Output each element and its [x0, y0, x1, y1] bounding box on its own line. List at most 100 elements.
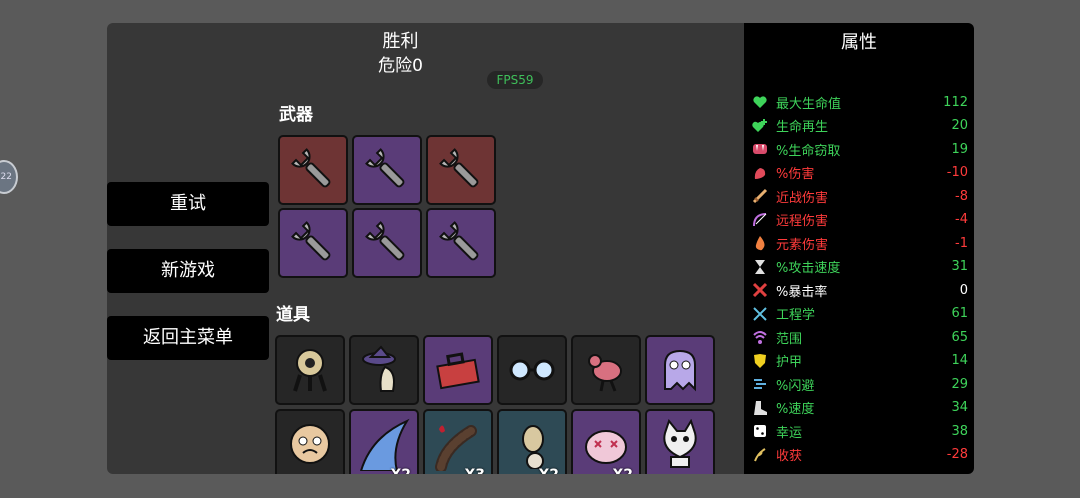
stat-row: 收获 -28	[752, 445, 968, 465]
glasses-icon	[505, 355, 559, 385]
item-slot[interactable]	[349, 335, 419, 405]
item-slot[interactable]: X2	[497, 409, 567, 474]
item-slot[interactable]: X3	[423, 409, 493, 474]
stat-label: 生命再生	[776, 120, 829, 135]
stat-row: 远程伤害 -4	[752, 210, 968, 230]
range-icon	[752, 329, 768, 345]
stat-row: 幸运 38	[752, 421, 968, 441]
stat-label: %生命窃取	[776, 143, 841, 159]
stat-row: %伤害 -10	[752, 163, 968, 183]
item-slot[interactable]	[645, 409, 715, 474]
stat-value: -10	[946, 165, 968, 180]
fin-icon	[357, 417, 411, 471]
stat-label: %闪避	[776, 378, 815, 394]
crit-icon	[752, 282, 768, 298]
stat-row: %攻击速度 31	[752, 257, 968, 277]
main-menu-button[interactable]: 返回主菜单	[107, 316, 269, 360]
stat-label: 幸运	[776, 425, 803, 441]
stat-value: 20	[951, 118, 968, 133]
item-slot[interactable]	[275, 409, 345, 474]
cat-icon	[655, 419, 705, 469]
weapons-heading: 武器	[279, 105, 313, 125]
weapon-slot[interactable]	[352, 208, 422, 278]
retry-button[interactable]: 重试	[107, 182, 269, 226]
stat-value: 0	[959, 282, 968, 298]
stat-label: 范围	[776, 331, 803, 347]
stat-row: 近战伤害 -8	[752, 186, 968, 206]
fangs-icon	[752, 141, 768, 157]
stat-value: 31	[951, 259, 968, 274]
stat-row: %暴击率 0	[752, 280, 968, 300]
wrench-icon	[362, 145, 412, 195]
weapon-slot[interactable]	[352, 135, 422, 205]
stat-label: 工程学	[776, 308, 816, 323]
item-slot[interactable]: X2	[349, 409, 419, 474]
weapon-slot[interactable]	[426, 135, 496, 205]
stat-row: %闪避 29	[752, 374, 968, 394]
weapon-slot[interactable]	[278, 208, 348, 278]
tools-icon	[752, 306, 768, 322]
end-run-panel: 胜利 危险0 FPS59 武器 道具 重试 新游戏 返回主菜单 X2 X3 X2 X2	[107, 23, 744, 474]
item-slot[interactable]: X2	[571, 409, 641, 474]
ghost-icon	[655, 345, 705, 395]
wrench-icon	[288, 145, 338, 195]
stat-value: -1	[955, 235, 968, 251]
stat-label: 护甲	[776, 355, 803, 370]
item-count: X2	[612, 467, 633, 474]
stat-row: 护甲 14	[752, 351, 968, 371]
stat-value: -8	[955, 188, 968, 204]
fps-counter: FPS59	[487, 71, 543, 89]
stat-label: %暴击率	[776, 284, 828, 300]
stat-label: 元素伤害	[776, 237, 829, 253]
heart-plus-icon	[752, 118, 768, 134]
stat-value: 34	[951, 400, 968, 415]
wrench-icon	[436, 145, 486, 195]
item-slot[interactable]	[571, 335, 641, 405]
bow-icon	[752, 212, 768, 228]
weapon-slot[interactable]	[426, 208, 496, 278]
stat-label: %伤害	[776, 167, 815, 182]
item-count: X2	[390, 467, 411, 474]
wrench-icon	[436, 218, 486, 268]
stat-row: 最大生命值 112	[752, 92, 968, 112]
new-game-button[interactable]: 新游戏	[107, 249, 269, 293]
heart-icon	[752, 94, 768, 110]
stat-value: -28	[946, 447, 968, 462]
stat-row: 生命再生 20	[752, 116, 968, 136]
stats-title: 属性	[841, 32, 877, 53]
boot-icon	[752, 400, 768, 416]
harvest-icon	[752, 447, 768, 463]
stat-value: 65	[951, 329, 968, 345]
result-title: 胜利	[382, 31, 419, 52]
item-count: X3	[464, 467, 485, 474]
stat-value: 38	[951, 423, 968, 439]
stat-label: 最大生命值	[776, 96, 842, 112]
dodge-icon	[752, 376, 768, 392]
hourglass-icon	[752, 259, 768, 275]
stat-row: 元素伤害 -1	[752, 233, 968, 253]
item-count: X2	[538, 467, 559, 474]
stat-value: 61	[951, 306, 968, 321]
danger-level: 危险0	[378, 56, 423, 76]
item-slot[interactable]	[275, 335, 345, 405]
stat-row: %生命窃取 19	[752, 139, 968, 159]
floating-edge-button[interactable]: 22	[0, 160, 18, 194]
shield-icon	[752, 353, 768, 369]
items-heading: 道具	[276, 305, 310, 325]
stat-row: 范围 65	[752, 327, 968, 347]
toolbox-icon	[433, 345, 483, 395]
weapon-slot[interactable]	[278, 135, 348, 205]
sword-icon	[752, 188, 768, 204]
face-icon	[285, 419, 335, 469]
wrench-icon	[362, 218, 412, 268]
item-slot[interactable]	[423, 335, 493, 405]
stat-row: %速度 34	[752, 398, 968, 418]
witch-hat-icon	[359, 345, 409, 395]
stat-value: -4	[955, 212, 968, 227]
wrench-icon	[288, 218, 338, 268]
item-slot[interactable]	[645, 335, 715, 405]
stat-label: %速度	[776, 402, 815, 417]
leech-icon	[431, 417, 485, 471]
stat-row: 工程学 61	[752, 304, 968, 324]
item-slot[interactable]	[497, 335, 567, 405]
